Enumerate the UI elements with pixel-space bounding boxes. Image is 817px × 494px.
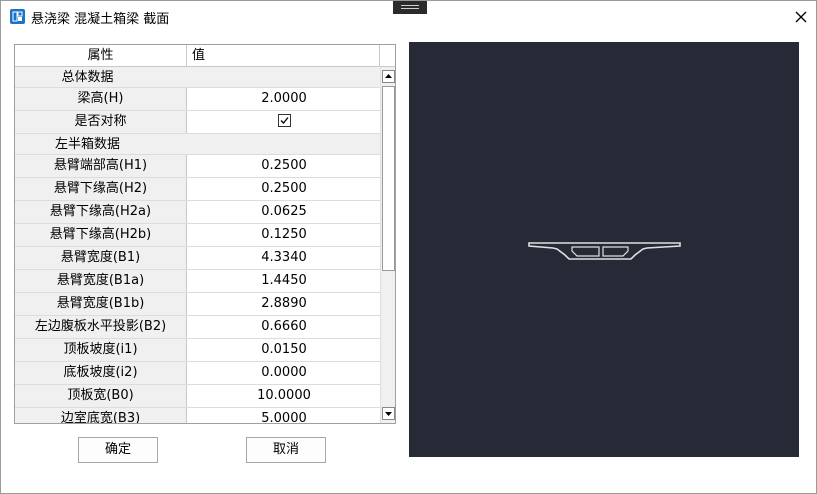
section-preview-canvas <box>409 42 799 457</box>
grid-property-row[interactable]: 是否对称 <box>15 111 380 134</box>
property-value[interactable]: 0.0000 <box>188 362 380 384</box>
grid-property-row[interactable]: 底板坡度(i2) 0.0000 <box>15 362 380 385</box>
symmetric-checkbox[interactable] <box>277 114 291 127</box>
property-name: 是否对称 <box>15 111 187 133</box>
drag-grip-icon[interactable] <box>393 1 427 14</box>
property-value[interactable]: 0.2500 <box>188 155 380 177</box>
category-label: 左半箱数据 <box>54 137 120 152</box>
property-value[interactable]: 0.0625 <box>188 201 380 223</box>
grid-property-row[interactable]: 悬臂下缘高(H2) 0.2500 <box>15 178 380 201</box>
property-name: 悬臂下缘高(H2b) <box>15 224 187 246</box>
property-name: 悬臂端部高(H1) <box>15 155 187 177</box>
property-name: 悬臂宽度(B1b) <box>15 293 187 315</box>
grid-property-row[interactable]: 顶板坡度(i1) 0.0150 <box>15 339 380 362</box>
property-value[interactable]: 10.0000 <box>188 385 380 407</box>
property-value[interactable]: 0.2500 <box>188 178 380 200</box>
property-checkbox-cell[interactable] <box>188 111 380 133</box>
property-name: 悬臂宽度(B1) <box>15 247 187 269</box>
ok-button[interactable]: 确定 <box>78 437 158 463</box>
property-value[interactable]: 0.0150 <box>188 339 380 361</box>
property-value[interactable]: 4.3340 <box>188 247 380 269</box>
scroll-thumb[interactable] <box>382 86 395 271</box>
property-name: 边室底宽(B3) <box>15 408 187 423</box>
title-bar[interactable]: 悬浇梁 混凝土箱梁 截面 <box>1 1 816 33</box>
grid-body: 总体数据 梁高(H) 2.0000 是否对称 左半箱数据 悬臂端部高(H1) 0.2500 悬… <box>15 67 380 423</box>
property-value[interactable]: 2.8890 <box>188 293 380 315</box>
column-header-value[interactable]: 值 <box>188 45 380 66</box>
property-name: 底板坡度(i2) <box>15 362 187 384</box>
property-value[interactable]: 0.1250 <box>188 224 380 246</box>
box-girder-section-drawing <box>528 242 681 260</box>
grid-property-row[interactable]: 悬臂宽度(B1b) 2.8890 <box>15 293 380 316</box>
arrow-down-icon <box>385 412 392 416</box>
scroll-down-button[interactable] <box>382 407 395 420</box>
grid-property-row[interactable]: 边室底宽(B3) 5.0000 <box>15 408 380 423</box>
close-button[interactable] <box>788 5 814 29</box>
grid-property-row[interactable]: 左边腹板水平投影(B2) 0.6660 <box>15 316 380 339</box>
property-name: 悬臂宽度(B1a) <box>15 270 187 292</box>
grid-property-row[interactable]: 悬臂端部高(H1) 0.2500 <box>15 155 380 178</box>
dialog-window: 悬浇梁 混凝土箱梁 截面 属性 值 总体数据梁高(H) 2.0000 是否对称左半箱… <box>0 0 817 494</box>
grid-header: 属性 值 <box>15 45 395 67</box>
column-header-name[interactable]: 属性 <box>15 45 187 66</box>
close-icon <box>795 11 807 23</box>
property-grid: 属性 值 总体数据 梁高(H) 2.0000 是否对称 左半箱数据 悬臂端部高(H1) 0.… <box>14 44 396 424</box>
property-value[interactable]: 2.0000 <box>188 88 380 110</box>
property-name: 左边腹板水平投影(B2) <box>15 316 187 338</box>
vertical-scrollbar[interactable] <box>380 67 395 423</box>
scroll-up-button[interactable] <box>382 70 395 83</box>
property-name: 顶板坡度(i1) <box>15 339 187 361</box>
property-name: 悬臂下缘高(H2a) <box>15 201 187 223</box>
property-name: 悬臂下缘高(H2) <box>15 178 187 200</box>
grid-category-row[interactable]: 左半箱数据 <box>15 134 380 155</box>
property-value[interactable]: 0.6660 <box>188 316 380 338</box>
property-value[interactable]: 1.4450 <box>188 270 380 292</box>
grid-category-row[interactable]: 总体数据 <box>15 67 380 88</box>
window-title: 悬浇梁 混凝土箱梁 截面 <box>31 12 170 27</box>
grid-property-row[interactable]: 梁高(H) 2.0000 <box>15 88 380 111</box>
arrow-up-icon <box>385 74 392 78</box>
property-name: 顶板宽(B0) <box>15 385 187 407</box>
property-name: 梁高(H) <box>15 88 187 110</box>
check-icon <box>280 117 289 124</box>
cancel-button[interactable]: 取消 <box>246 437 326 463</box>
grid-property-row[interactable]: 悬臂下缘高(H2a) 0.0625 <box>15 201 380 224</box>
grid-property-row[interactable]: 悬臂下缘高(H2b) 0.1250 <box>15 224 380 247</box>
app-icon <box>10 9 25 24</box>
right-cell-outline <box>602 246 629 257</box>
category-label: 总体数据 <box>61 70 114 85</box>
grid-property-row[interactable]: 顶板宽(B0) 10.0000 <box>15 385 380 408</box>
grid-property-row[interactable]: 悬臂宽度(B1a) 1.4450 <box>15 270 380 293</box>
left-cell-outline <box>571 246 600 257</box>
property-value[interactable]: 5.0000 <box>188 408 380 423</box>
grid-property-row[interactable]: 悬臂宽度(B1) 4.3340 <box>15 247 380 270</box>
